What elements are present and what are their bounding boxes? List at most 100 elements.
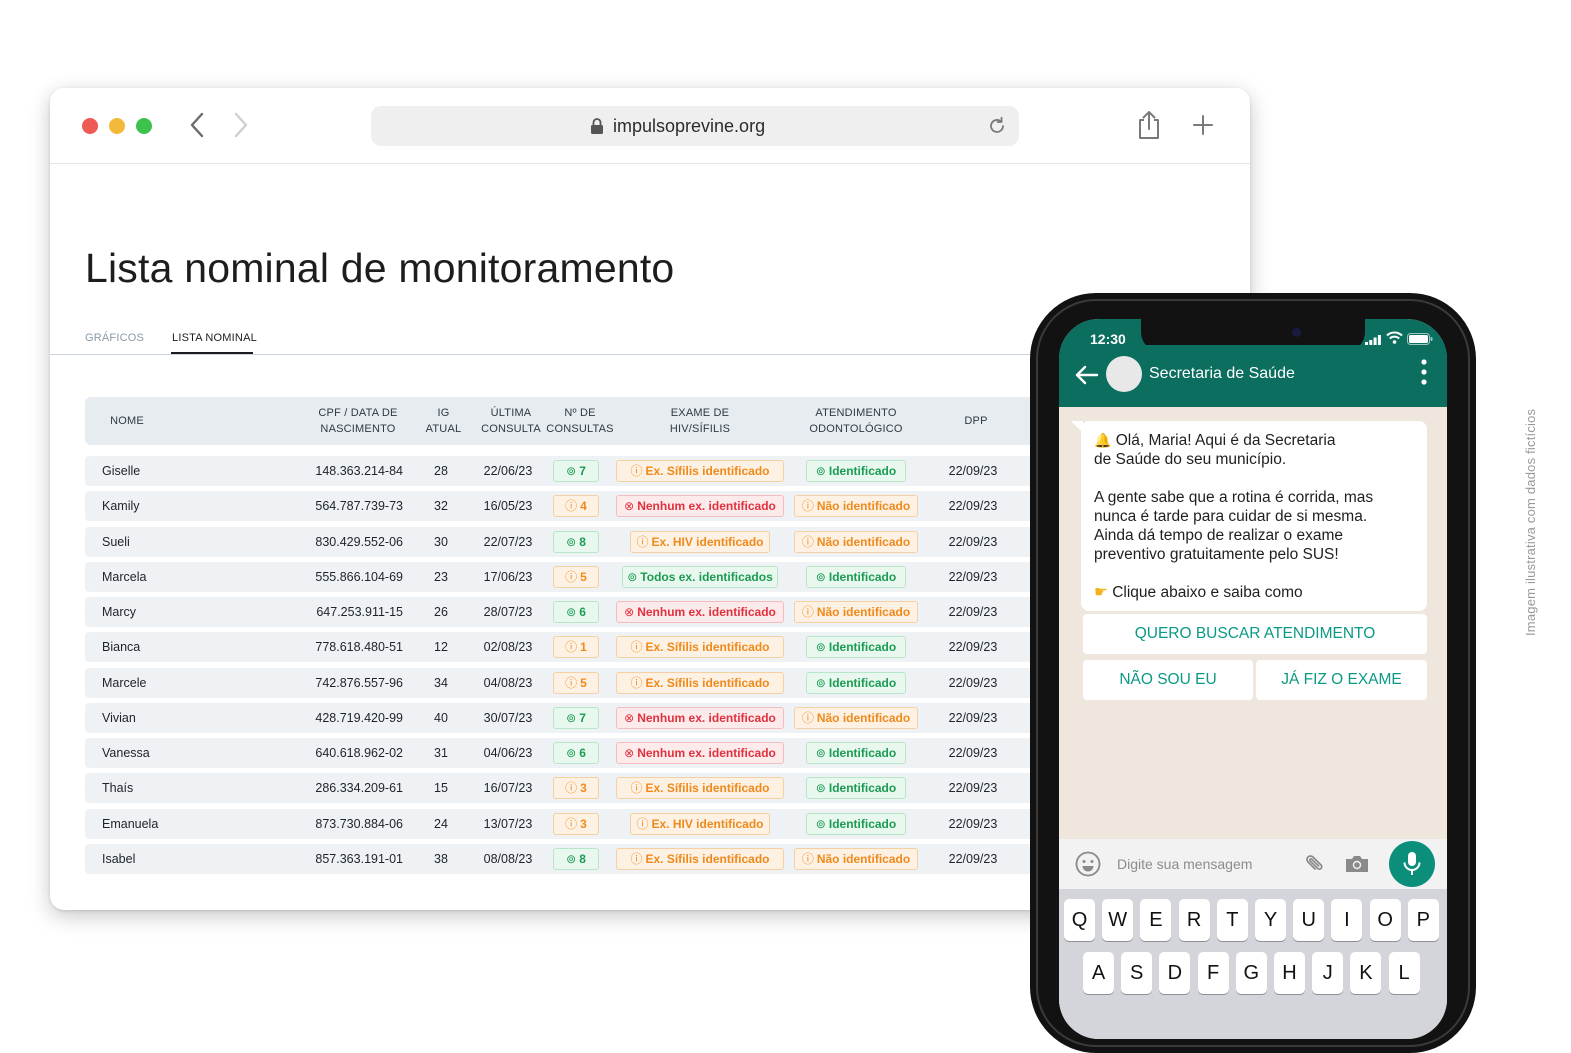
tab-lista-nominal[interactable]: LISTA NOMINAL [172, 332, 257, 344]
microphone-button[interactable] [1389, 841, 1435, 887]
table-row[interactable]: Emanuela 873.730.884-06 24 13/07/23 22/09/23… [85, 808, 1085, 839]
odonto-badge-label: Identificado [828, 675, 897, 690]
cell-ultima-consulta: 30/07/23 [483, 710, 533, 725]
key[interactable]: L [1388, 952, 1420, 994]
alert-circle-icon: ⓘ [801, 605, 814, 619]
cell-ultima-consulta: 13/07/23 [483, 816, 533, 831]
table-row[interactable]: Marcele 742.876.557-96 34 04/08/23 22/09/23 ⓘ… [85, 667, 1085, 698]
exame-badge: ⓘ Ex. HIV identificado [630, 530, 770, 553]
table-row[interactable]: Marcy 647.253.911-15 26 28/07/23 22/09/23 ⊚ 6 ⊗… [85, 597, 1085, 627]
avatar[interactable] [1106, 356, 1142, 392]
phone-screen: 12:30 Secretaria de Saúde 🔔 Olá, Maria! … [1059, 319, 1447, 1039]
consultas-badge-label: 4 [580, 499, 587, 514]
x-circle-icon: ⊗ [624, 499, 635, 514]
more-vertical-icon[interactable] [1421, 359, 1427, 390]
message-input[interactable]: Digite sua mensagem [1117, 839, 1252, 889]
cell-cpf: 742.876.557-96 [315, 675, 403, 690]
key[interactable]: D [1159, 952, 1191, 994]
table-row[interactable]: Marcela 555.866.104-69 23 17/06/23 22/09/23 ⓘ… [85, 561, 1085, 592]
forward-icon[interactable] [228, 110, 252, 140]
exame-badge: ⓘ Ex. HIV identificado [630, 812, 770, 835]
consultas-badge-label: 3 [580, 816, 587, 831]
close-window-button[interactable] [82, 118, 98, 134]
exame-badge-label: Ex. Sífilis identificado [645, 464, 770, 478]
key[interactable]: U [1293, 899, 1325, 941]
table-row[interactable]: Thaís 286.334.209-61 15 16/07/23 22/09/23 ⓘ 3 ⓘ… [85, 773, 1085, 804]
table-row[interactable]: Sueli 830.429.552-06 30 22/07/23 22/09/23 ⊚ 8 ⓘ… [85, 526, 1085, 557]
cell-cpf: 873.730.884-06 [315, 816, 403, 831]
active-tab-indicator [171, 352, 253, 354]
cell-ig: 31 [434, 746, 448, 760]
alert-circle-icon: ⓘ [801, 851, 814, 866]
bell-emoji-icon: 🔔 [1094, 432, 1112, 448]
consultas-badge-label: 8 [579, 851, 586, 866]
check-circle-icon: ⊚ [566, 605, 577, 619]
share-icon[interactable] [1136, 110, 1162, 145]
key[interactable]: Y [1255, 899, 1286, 941]
key[interactable]: Q [1064, 899, 1095, 941]
consultas-badge-label: 6 [579, 605, 586, 619]
odonto-badge: ⊚ Identificado [806, 742, 906, 764]
key[interactable]: R [1178, 899, 1210, 941]
table-row[interactable]: Isabel 857.363.191-01 38 08/08/23 22/09/23 ⊚ 8… [85, 843, 1085, 874]
cell-cpf: 286.334.209-61 [315, 781, 403, 796]
key[interactable]: T [1216, 899, 1248, 941]
ja-fiz-exame-button[interactable]: JÁ FIZ O EXAME [1256, 660, 1427, 700]
odonto-badge-label: Não identificado [816, 851, 911, 866]
message-line: preventivo gratuitamente pelo SUS! [1094, 546, 1339, 563]
page-title: Lista nominal de monitoramento [85, 245, 675, 292]
consultas-badge: ⓘ 1 [553, 636, 599, 659]
table-row[interactable]: Bianca 778.618.480-51 12 02/08/23 22/09/23 ⓘ 1… [85, 632, 1085, 663]
header-ig: IG ATUAL [425, 407, 462, 435]
paperclip-icon[interactable] [1302, 853, 1324, 880]
maximize-window-button[interactable] [136, 118, 152, 134]
odonto-badge-label: Identificado [828, 746, 897, 760]
back-icon[interactable] [186, 110, 210, 140]
consultas-badge-label: 5 [580, 569, 587, 584]
key[interactable]: W [1102, 899, 1134, 941]
key[interactable]: I [1331, 899, 1363, 941]
key[interactable]: F [1197, 952, 1229, 994]
cell-nome: Bianca [102, 640, 141, 655]
cell-ig: 26 [434, 605, 448, 619]
key[interactable]: O [1369, 899, 1401, 941]
check-circle-icon: ⊚ [815, 464, 826, 478]
consultas-badge: ⓘ 5 [553, 671, 599, 694]
new-tab-icon[interactable] [1192, 114, 1214, 141]
arrow-left-icon[interactable] [1075, 365, 1099, 390]
header-dpp: DPP [964, 415, 988, 427]
table-row[interactable]: Giselle 148.363.214-84 28 22/06/23 22/09/23 ⊚… [85, 456, 1085, 486]
check-circle-icon: ⊚ [566, 746, 577, 760]
table-row[interactable]: Vanessa 640.618.962-02 31 04/06/23 22/09/23 ⊚… [85, 738, 1085, 768]
message-line: Olá, Maria! Aqui é da Secretaria [1115, 432, 1336, 449]
minimize-window-button[interactable] [109, 118, 125, 134]
key[interactable]: G [1235, 952, 1267, 994]
cell-ig: 23 [434, 569, 448, 584]
address-bar[interactable]: impulsoprevine.org [371, 106, 1019, 146]
key[interactable]: S [1121, 952, 1153, 994]
key[interactable]: E [1140, 899, 1172, 941]
reload-icon[interactable] [987, 116, 1007, 141]
contact-name[interactable]: Secretaria de Saúde [1149, 345, 1295, 403]
cell-cpf: 148.363.214-84 [315, 464, 403, 478]
key[interactable]: H [1274, 952, 1305, 994]
tab-graficos[interactable]: GRÁFICOS [85, 332, 144, 344]
emoji-icon[interactable] [1075, 851, 1101, 882]
exame-badge: ⊚ Todos ex. identificados [622, 565, 778, 588]
key[interactable]: J [1312, 952, 1344, 994]
key[interactable]: K [1350, 952, 1382, 994]
table-header: NOME CPF / DATA DE NASCIMENTO IG ATUAL ÚLT… [85, 397, 1085, 445]
nao-sou-eu-button[interactable]: NÃO SOU EU [1083, 660, 1253, 700]
key[interactable]: A [1083, 952, 1114, 994]
key[interactable]: P [1407, 899, 1439, 941]
camera-icon[interactable] [1344, 854, 1370, 879]
message-line: Ainda dá tempo de realizar o exame [1094, 527, 1344, 544]
check-circle-icon: ⊚ [815, 675, 826, 690]
x-circle-icon: ⊗ [624, 710, 635, 725]
cell-cpf: 778.618.480-51 [315, 640, 403, 655]
message-input-bar: Digite sua mensagem [1059, 839, 1447, 889]
buscar-atendimento-button[interactable]: QUERO BUSCAR ATENDIMENTO [1083, 614, 1427, 654]
table-row[interactable]: Kamily 564.787.739-73 32 16/05/23 22/09/23 ⓘ 4… [85, 491, 1085, 522]
table-row[interactable]: Vivian 428.719.420-99 40 30/07/23 22/09/23 ⊚ 7… [85, 702, 1085, 733]
x-circle-icon: ⊗ [624, 605, 635, 619]
